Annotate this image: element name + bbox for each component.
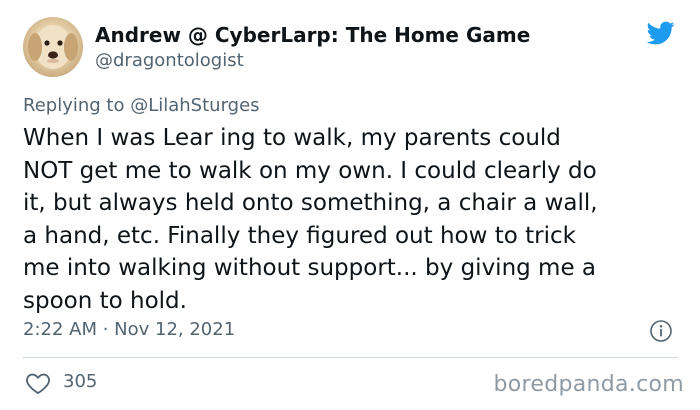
tweet-card: Andrew @ CyberLarp: The Home Game @drago… [0,0,700,410]
watermark-text: boredpanda.com [493,372,684,397]
reply-prefix: Replying to [23,95,131,116]
tweet-text-line: it, but always held onto something, a ch… [23,190,598,216]
reply-context: Replying to @LilahSturges [23,95,260,116]
heart-icon[interactable] [25,371,51,395]
divider [23,357,678,358]
dog-avatar-icon [28,25,78,69]
tweet-text-line: a hand, etc. Finally they figured out ho… [23,222,576,249]
author-display-name[interactable]: Andrew @ CyberLarp: The Home Game [95,22,530,48]
tweet-text-line: spoon to hold. [23,287,187,314]
reply-mention-link[interactable]: @LilahSturges [130,95,259,116]
tweet-text-line: me into walking without support... by gi… [23,255,597,281]
avatar[interactable] [23,17,83,77]
tweet-text-line: When I was Lear ing to walk, my parents … [23,125,561,151]
twitter-bird-icon[interactable] [645,19,677,47]
like-count: 305 [63,371,98,392]
author-handle[interactable]: @dragontologist [95,49,530,73]
author-block: Andrew @ CyberLarp: The Home Game @drago… [95,22,530,73]
tweet-body: When I was Lear ing to walk, my parents … [23,122,683,317]
info-icon[interactable] [649,319,673,343]
tweet-text-line: NOT get me to walk on my own. I could cl… [23,157,597,184]
tweet-timestamp[interactable]: 2:22 AM · Nov 12, 2021 [23,319,235,340]
